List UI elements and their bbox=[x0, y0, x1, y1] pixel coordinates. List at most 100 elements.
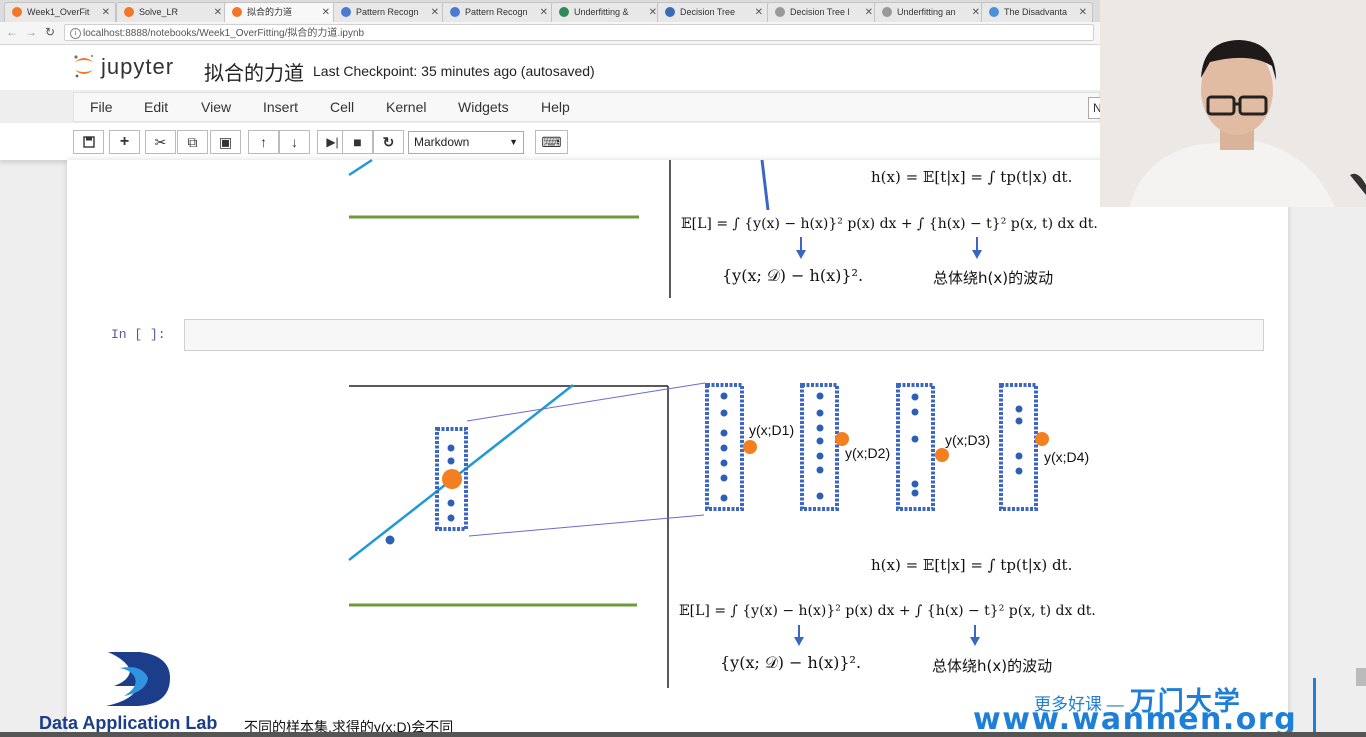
browser-tab[interactable]: Decision Tree ✕ bbox=[657, 2, 769, 22]
keyboard-icon: ⌨ bbox=[541, 134, 562, 150]
noise-label: 总体绕h(x)的波动 bbox=[933, 269, 1054, 287]
menu-edit[interactable]: Edit bbox=[144, 99, 168, 115]
favicon-icon bbox=[882, 7, 892, 17]
scissors-icon: ✂ bbox=[154, 134, 167, 150]
data-application-lab-logo bbox=[106, 652, 170, 706]
favicon-icon bbox=[775, 7, 785, 17]
menu-file[interactable]: File bbox=[90, 99, 113, 115]
plus-icon: + bbox=[119, 133, 130, 150]
interrupt-button[interactable]: ■ bbox=[342, 130, 373, 154]
floppy-icon bbox=[82, 136, 95, 148]
menu-help[interactable]: Help bbox=[541, 99, 570, 115]
close-tab-icon[interactable]: ✕ bbox=[649, 3, 657, 22]
close-tab-icon[interactable]: ✕ bbox=[755, 3, 763, 22]
close-tab-icon[interactable]: ✕ bbox=[214, 3, 222, 22]
browser-tab[interactable]: Underfitting & ✕ bbox=[551, 2, 663, 22]
close-tab-icon[interactable]: ✕ bbox=[322, 3, 330, 22]
url-text: localhost:8888/notebooks/Week1_OverFitti… bbox=[83, 28, 365, 39]
menu-insert[interactable]: Insert bbox=[263, 99, 298, 115]
copy-icon: ⧉ bbox=[187, 134, 198, 150]
jupyter-wordmark: jupyter bbox=[101, 54, 175, 79]
wanmen-divider bbox=[1313, 678, 1316, 732]
command-palette-button[interactable]: ⌨ bbox=[535, 130, 568, 154]
arrow-up-icon: ↑ bbox=[260, 134, 267, 150]
equation-expected-loss: 𝔼[L] = ∫ {y(x) − h(x)}² p(x) dx + ∫ {h(x… bbox=[681, 216, 1098, 232]
browser-tab[interactable]: Pattern Recogn ✕ bbox=[442, 2, 554, 22]
browser-tab[interactable]: Pattern Recogn ✕ bbox=[333, 2, 445, 22]
favicon-icon bbox=[124, 7, 134, 17]
cell-type-value: Markdown bbox=[414, 135, 470, 149]
paste-button[interactable]: ▣ bbox=[210, 130, 241, 154]
browser-tab[interactable]: The Disadvanta ✕ bbox=[981, 2, 1093, 22]
menu-kernel[interactable]: Kernel bbox=[386, 99, 426, 115]
tab-label: Decision Tree l bbox=[790, 7, 850, 17]
paste-icon: ▣ bbox=[218, 134, 233, 150]
data-application-lab-text: Data Application Lab bbox=[39, 713, 218, 733]
tab-label: Solve_LR bbox=[139, 7, 179, 17]
favicon-icon bbox=[450, 7, 460, 17]
reload-icon[interactable]: ↻ bbox=[45, 25, 55, 39]
step-forward-icon: ▶| bbox=[326, 135, 339, 149]
favicon-icon bbox=[12, 7, 22, 17]
close-tab-icon[interactable]: ✕ bbox=[102, 3, 110, 22]
notebook-title[interactable]: 拟合的力道 bbox=[204, 57, 304, 86]
forward-icon[interactable]: → bbox=[25, 25, 37, 39]
favicon-icon bbox=[559, 7, 569, 17]
close-tab-icon[interactable]: ✕ bbox=[972, 3, 980, 22]
copy-button[interactable]: ⧉ bbox=[177, 130, 208, 154]
tab-label: Underfitting an bbox=[897, 7, 956, 17]
equation-h: h(x) = 𝔼[t|x] = ∫ tp(t|x) dt. bbox=[871, 168, 1073, 186]
presenter-video bbox=[1100, 0, 1366, 207]
browser-tab[interactable]: Underfitting an ✕ bbox=[874, 2, 986, 22]
notebook-toolbar: + ✂ ⧉ ▣ ↑ ↓ ▶| ■ ↻ Markdown ▼ ⌨ bbox=[0, 123, 1100, 160]
tab-label: Underfitting & bbox=[574, 7, 629, 17]
menu-cell[interactable]: Cell bbox=[330, 99, 354, 115]
cut-button[interactable]: ✂ bbox=[145, 130, 176, 154]
tab-label: Decision Tree bbox=[680, 7, 736, 17]
insert-cell-button[interactable]: + bbox=[109, 130, 140, 154]
jupyter-header: jupyter 拟合的力道 Last Checkpoint: 35 minute… bbox=[0, 45, 1100, 90]
back-icon[interactable]: ← bbox=[6, 25, 18, 39]
browser-tab[interactable]: Week1_OverFit ✕ bbox=[4, 2, 116, 22]
move-down-button[interactable]: ↓ bbox=[279, 130, 310, 154]
chevron-down-icon: ▼ bbox=[509, 137, 518, 147]
tab-label: 拟合的力道 bbox=[247, 7, 293, 17]
menu-widgets[interactable]: Widgets bbox=[458, 99, 509, 115]
restart-button[interactable]: ↻ bbox=[373, 130, 404, 154]
equation-variance-term: {y(x; 𝒟) − h(x)}². bbox=[722, 266, 864, 285]
arrow-down-icon: ↓ bbox=[291, 134, 298, 150]
cell-prompt: In [ ]: bbox=[111, 327, 166, 342]
webcam-overlay bbox=[1100, 0, 1366, 207]
notebook-container bbox=[67, 160, 1288, 737]
code-cell-input[interactable] bbox=[184, 319, 1264, 351]
tab-label: Week1_OverFit bbox=[27, 7, 90, 17]
favicon-icon bbox=[341, 7, 351, 17]
scrollbar-thumb[interactable] bbox=[1356, 668, 1366, 686]
jupyter-logo-icon[interactable] bbox=[72, 53, 96, 79]
window-bottom-edge bbox=[0, 732, 1366, 737]
equation-variance-term: {y(x; 𝒟) − h(x)}². bbox=[720, 653, 862, 672]
favicon-icon bbox=[989, 7, 999, 17]
favicon-icon bbox=[665, 7, 675, 17]
close-tab-icon[interactable]: ✕ bbox=[540, 3, 548, 22]
checkpoint-status: Last Checkpoint: 35 minutes ago (autosav… bbox=[313, 63, 595, 79]
browser-tab[interactable]: Solve_LR ✕ bbox=[116, 2, 228, 22]
noise-label: 总体绕h(x)的波动 bbox=[932, 657, 1053, 675]
stop-icon: ■ bbox=[353, 134, 362, 150]
cell-type-select[interactable]: Markdown ▼ bbox=[408, 131, 524, 154]
menu-bar: File Edit View Insert Cell Kernel Widget… bbox=[73, 92, 1106, 122]
favicon-icon bbox=[232, 7, 242, 17]
browser-tab[interactable]: Decision Tree l ✕ bbox=[767, 2, 879, 22]
menu-view[interactable]: View bbox=[201, 99, 231, 115]
save-button[interactable] bbox=[73, 130, 104, 154]
close-tab-icon[interactable]: ✕ bbox=[865, 3, 873, 22]
url-field[interactable]: i localhost:8888/notebooks/Week1_OverFit… bbox=[64, 24, 1094, 41]
tab-label: The Disadvanta bbox=[1004, 7, 1068, 17]
info-icon[interactable]: i bbox=[70, 28, 81, 39]
browser-tab[interactable]: 拟合的力道 ✕ bbox=[224, 2, 336, 22]
tab-label: Pattern Recogn bbox=[356, 7, 419, 17]
move-up-button[interactable]: ↑ bbox=[248, 130, 279, 154]
close-tab-icon[interactable]: ✕ bbox=[1079, 3, 1087, 22]
close-tab-icon[interactable]: ✕ bbox=[431, 3, 439, 22]
equation-h: h(x) = 𝔼[t|x] = ∫ tp(t|x) dt. bbox=[871, 556, 1073, 574]
